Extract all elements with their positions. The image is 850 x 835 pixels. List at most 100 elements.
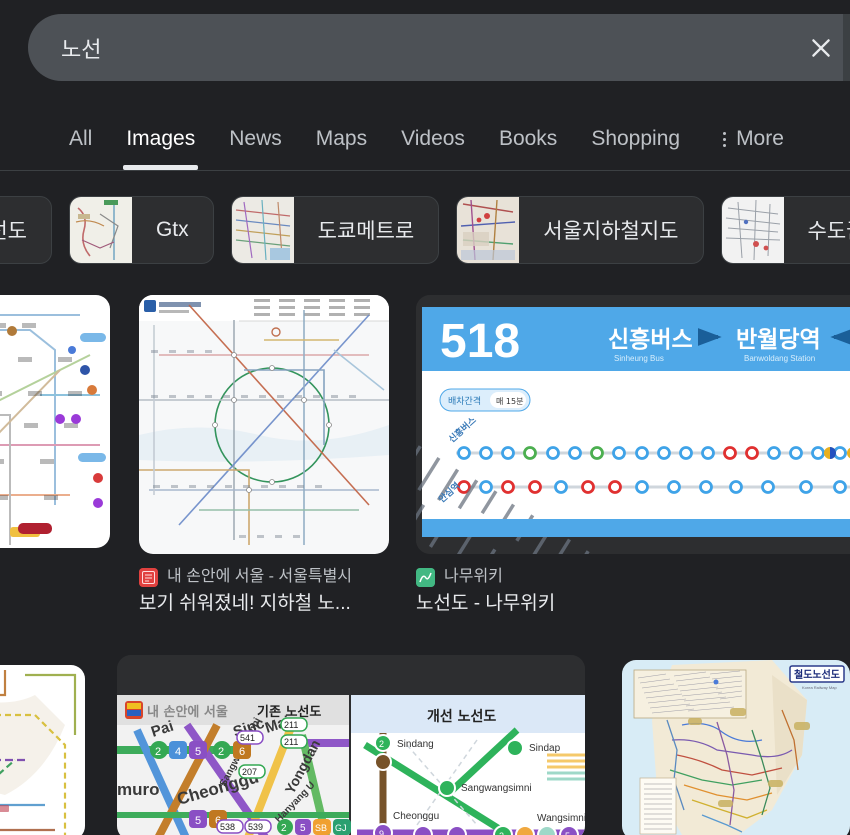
tab-images[interactable]: Images bbox=[109, 108, 212, 170]
svg-text:2: 2 bbox=[155, 746, 161, 758]
svg-text:Sindap: Sindap bbox=[529, 743, 561, 754]
list-item[interactable]: 철도노선도 Korea Railway Map bbox=[622, 660, 850, 835]
svg-text:GJ: GJ bbox=[335, 823, 347, 833]
result-thumbnail[interactable] bbox=[139, 295, 389, 554]
result-thumbnail[interactable]: 518 신흥버스 Sinheung Bus 반월당역 Banwoldang St… bbox=[416, 295, 850, 554]
result-title: 노선도 - 나무위키 bbox=[416, 593, 556, 614]
chip-thumbnail-image bbox=[231, 197, 294, 263]
list-item[interactable]: 내 손안에 서울 기존 노선도 개선 노선도 Pai Sinc Maj muro… bbox=[117, 655, 585, 835]
filter-chips-row[interactable]: 노선도 Gtx 도쿄메트로 서울지하철지도 수도권전 bbox=[0, 193, 850, 267]
svg-text:518: 518 bbox=[440, 315, 520, 368]
svg-text:Cheonggu: Cheonggu bbox=[393, 811, 439, 822]
result-source: 나무위키 bbox=[416, 567, 850, 587]
filter-chip[interactable]: Gtx bbox=[68, 196, 214, 264]
list-item[interactable] bbox=[0, 665, 85, 835]
tab-shopping[interactable]: Shopping bbox=[574, 108, 697, 170]
svg-text:2: 2 bbox=[499, 831, 504, 835]
result-title: 보기 쉬워졌네! 지하철 노... bbox=[139, 593, 351, 614]
svg-text:207: 207 bbox=[242, 767, 257, 777]
tab-all[interactable]: All bbox=[52, 108, 109, 170]
tab-label: Maps bbox=[315, 127, 368, 150]
chip-thumbnail-image bbox=[457, 197, 520, 263]
regional-rail-map-image bbox=[0, 665, 85, 835]
namu-favicon-icon bbox=[416, 567, 435, 587]
result-thumbnail[interactable]: 내 손안에 서울 기존 노선도 개선 노선도 Pai Sinc Maj muro… bbox=[117, 655, 585, 835]
svg-text:Korea Railway Map: Korea Railway Map bbox=[802, 685, 837, 690]
chip-label: Gtx bbox=[155, 218, 189, 241]
search-header bbox=[0, 0, 850, 96]
svg-text:2: 2 bbox=[379, 739, 384, 749]
chip-label: 수도권전 bbox=[807, 220, 850, 243]
tab-label: Videos bbox=[401, 127, 465, 150]
close-icon bbox=[812, 38, 830, 57]
bus-route-diagram-image: 518 신흥버스 Sinheung Bus 반월당역 Banwoldang St… bbox=[416, 295, 850, 554]
svg-text:Sinheung Bus: Sinheung Bus bbox=[614, 354, 664, 363]
filter-chip[interactable]: 수도권전 bbox=[720, 196, 850, 264]
filter-chip[interactable]: 서울지하철지도 bbox=[456, 196, 704, 264]
svg-text:5: 5 bbox=[195, 815, 201, 827]
chip-thumbnail-image bbox=[721, 197, 784, 263]
svg-text:Sangwangsimni: Sangwangsimni bbox=[461, 783, 532, 794]
tab-maps[interactable]: Maps bbox=[299, 108, 384, 170]
svg-text:5: 5 bbox=[195, 746, 201, 758]
svg-text:541: 541 bbox=[240, 733, 255, 743]
tab-more-label: More bbox=[736, 127, 784, 150]
filter-chip[interactable]: 노선도 bbox=[0, 196, 52, 264]
svg-text:5: 5 bbox=[300, 823, 306, 834]
svg-text:매 15분: 매 15분 bbox=[496, 397, 523, 406]
more-vert-icon bbox=[723, 131, 727, 147]
list-item[interactable]: 내 손안에 서울 - 서울특별시 보기 쉬워졌네! 지하철 노... bbox=[139, 295, 389, 616]
chip-thumbnail-image bbox=[69, 197, 132, 263]
svg-text:211: 211 bbox=[284, 737, 298, 747]
result-source: 내 손안에 서울 - 서울특별시 bbox=[139, 567, 389, 587]
seoul-logo-icon bbox=[139, 567, 158, 587]
svg-text:Wangsimni: Wangsimni bbox=[537, 813, 585, 824]
search-bar-right-sliver bbox=[843, 14, 850, 81]
svg-text:539: 539 bbox=[248, 822, 263, 832]
nav-divider bbox=[0, 170, 850, 171]
chip-label: 노선도 bbox=[0, 220, 27, 243]
seoul-metro-map-image bbox=[139, 295, 389, 554]
chip-label: 서울지하철지도 bbox=[543, 220, 679, 243]
result-thumbnail[interactable]: 철도노선도 Korea Railway Map bbox=[622, 660, 850, 835]
search-input[interactable] bbox=[28, 34, 850, 61]
svg-text:muro: muro bbox=[117, 780, 160, 799]
filter-chip[interactable]: 도쿄메트로 bbox=[230, 196, 440, 264]
tab-label: News bbox=[229, 127, 282, 150]
svg-text:반월당역: 반월당역 bbox=[736, 327, 821, 353]
image-results-grid: 기 bbox=[0, 290, 850, 835]
svg-text:211: 211 bbox=[284, 720, 298, 730]
tab-news[interactable]: News bbox=[212, 108, 299, 170]
svg-text:6: 6 bbox=[239, 746, 245, 758]
svg-text:5: 5 bbox=[565, 831, 570, 835]
tab-more[interactable]: More bbox=[697, 108, 801, 170]
svg-text:2: 2 bbox=[281, 823, 287, 834]
result-source-label: 나무위키 bbox=[444, 568, 503, 585]
svg-text:4: 4 bbox=[175, 746, 181, 758]
list-item[interactable]: 518 신흥버스 Sinheung Bus 반월당역 Banwoldang St… bbox=[416, 295, 850, 616]
korea-rail-map-image: 철도노선도 Korea Railway Map bbox=[622, 660, 850, 835]
svg-text:SB: SB bbox=[315, 823, 327, 833]
svg-text:개선 노선도: 개선 노선도 bbox=[427, 709, 496, 725]
result-meta: 내 손안에 서울 - 서울특별시 보기 쉬워졌네! 지하철 노... bbox=[139, 567, 389, 616]
svg-text:배차간격: 배차간격 bbox=[448, 395, 481, 407]
metro-map-comparison-image: 내 손안에 서울 기존 노선도 개선 노선도 Pai Sinc Maj muro… bbox=[117, 655, 585, 835]
svg-text:538: 538 bbox=[220, 822, 235, 832]
result-thumbnail[interactable] bbox=[0, 295, 110, 548]
result-thumbnail[interactable] bbox=[0, 665, 85, 835]
search-nav-tabs: All Images News Maps Videos Books Shopping More bbox=[0, 108, 850, 170]
seoul-favicon-icon bbox=[139, 567, 158, 587]
search-bar[interactable] bbox=[28, 14, 850, 81]
svg-text:2: 2 bbox=[218, 746, 224, 758]
clear-search-button[interactable] bbox=[803, 30, 839, 66]
tab-label: Shopping bbox=[591, 127, 681, 150]
chip-label: 도쿄메트로 bbox=[317, 220, 415, 243]
tab-books[interactable]: Books bbox=[482, 108, 574, 170]
list-item[interactable]: 기 bbox=[0, 295, 110, 590]
tab-videos[interactable]: Videos bbox=[384, 108, 482, 170]
tab-label: Images bbox=[126, 127, 196, 150]
tab-label: All bbox=[69, 127, 93, 150]
subway-map-image bbox=[0, 295, 110, 548]
svg-text:철도노선도: 철도노선도 bbox=[794, 668, 840, 681]
svg-text:Banwoldang Station: Banwoldang Station bbox=[744, 354, 815, 363]
